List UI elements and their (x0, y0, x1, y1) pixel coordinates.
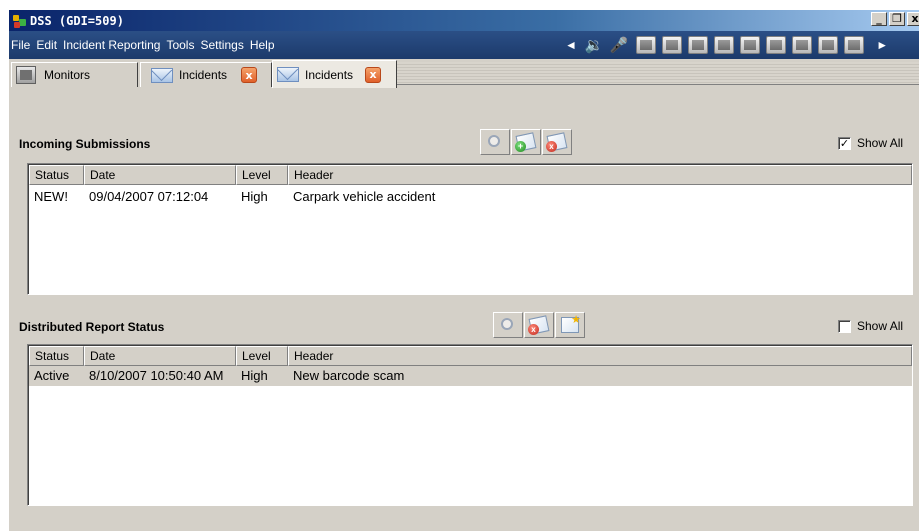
tab-monitors[interactable]: Monitors (11, 62, 138, 87)
tab-label: Monitors (44, 68, 91, 82)
monitor-8-icon[interactable] (818, 36, 839, 54)
monitor-6-icon[interactable] (766, 36, 787, 54)
scroll-left-arrow-icon[interactable]: ◄ (565, 38, 577, 52)
delete-icon: x (528, 324, 539, 335)
maximize-button[interactable]: ❐ (889, 12, 905, 26)
cell-level: High (241, 368, 268, 383)
magnifier-icon (501, 318, 513, 330)
monitor-1-icon[interactable] (636, 36, 657, 54)
tab-label: Incidents (305, 67, 354, 82)
distributed-show-all[interactable]: Show All (838, 319, 903, 333)
distributed-actions: x ★ (493, 312, 585, 338)
show-all-checkbox[interactable]: ✓ (838, 136, 851, 150)
new-report-button[interactable]: ★ (555, 312, 585, 338)
close-tab-icon[interactable]: x (241, 67, 258, 83)
tab-incidents-2[interactable]: Incidents x (272, 60, 397, 88)
table-row[interactable]: Active 8/10/2007 10:50:40 AM High New ba… (29, 366, 912, 386)
close-tab-icon[interactable]: x (365, 66, 382, 83)
tab-strip-background (397, 62, 919, 85)
tab-label: Incidents (179, 68, 228, 82)
reject-submission-button[interactable]: x (542, 129, 572, 155)
monitor-toolbar: ◄ 🔉 🎤 ► (565, 36, 896, 54)
title-bar[interactable]: DSS (GDI=509) _ ❐ x (9, 10, 919, 31)
menu-incident-reporting[interactable]: Incident Reporting (60, 38, 163, 52)
menu-file[interactable]: File (9, 38, 33, 52)
table-row[interactable]: NEW! 09/04/2007 07:12:04 High Carpark ve… (29, 187, 912, 207)
show-all-label: Show All (857, 136, 904, 150)
cell-status: NEW! (34, 189, 68, 204)
view-report-button[interactable] (493, 312, 523, 338)
star-icon: ★ (571, 314, 581, 326)
delete-icon: x (546, 141, 557, 152)
envelope-icon (151, 67, 173, 83)
microphone-icon[interactable]: 🎤 (610, 36, 629, 54)
menu-tools[interactable]: Tools (163, 38, 197, 52)
cell-date: 8/10/2007 10:50:40 AM (89, 368, 224, 383)
magnifier-icon (488, 135, 500, 147)
menu-bar: File Edit Incident Reporting Tools Setti… (9, 31, 919, 59)
app-window: DSS (GDI=509) _ ❐ x File Edit Incident R… (8, 10, 919, 531)
incoming-show-all[interactable]: ✓ Show All (838, 136, 903, 150)
scroll-right-arrow-icon[interactable]: ► (876, 38, 888, 52)
accept-submission-button[interactable]: + (511, 129, 541, 155)
monitor-3-icon[interactable] (688, 36, 709, 54)
cell-date: 09/04/2007 07:12:04 (89, 189, 209, 204)
window-title: DSS (GDI=509) (30, 13, 124, 28)
monitor-icon (16, 66, 36, 84)
column-status[interactable]: Status (29, 165, 84, 185)
envelope-icon (277, 67, 299, 82)
cell-level: High (241, 189, 268, 204)
delete-report-button[interactable]: x (524, 312, 554, 338)
table-header: Status Date Level Header (29, 346, 912, 366)
menu-settings[interactable]: Settings (197, 38, 246, 52)
cell-header: Carpark vehicle accident (293, 189, 436, 204)
monitor-4-icon[interactable] (714, 36, 735, 54)
menu-help[interactable]: Help (247, 38, 278, 52)
cell-status: Active (34, 368, 70, 383)
cell-header: New barcode scam (293, 368, 405, 383)
app-logo-icon (12, 13, 28, 29)
table-header: Status Date Level Header (29, 165, 912, 185)
view-submission-button[interactable] (480, 129, 510, 155)
show-all-checkbox[interactable] (838, 319, 851, 333)
column-status[interactable]: Status (29, 346, 84, 366)
monitor-9-icon[interactable] (844, 36, 865, 54)
distributed-report-status-title: Distributed Report Status (19, 320, 165, 334)
column-level[interactable]: Level (236, 346, 288, 366)
column-header[interactable]: Header (288, 165, 912, 185)
incoming-submissions-table: Status Date Level Header NEW! 09/04/2007… (27, 163, 913, 295)
column-date[interactable]: Date (84, 165, 236, 185)
incoming-actions: + x (480, 129, 572, 155)
monitor-7-icon[interactable] (792, 36, 813, 54)
tab-bar: Monitors Incidents x Incidents x (9, 59, 919, 88)
column-date[interactable]: Date (84, 346, 236, 366)
minimize-button[interactable]: _ (871, 12, 887, 26)
column-level[interactable]: Level (236, 165, 288, 185)
column-header[interactable]: Header (288, 346, 912, 366)
close-window-button[interactable]: x (907, 12, 919, 26)
tab-incidents-1[interactable]: Incidents x (140, 62, 272, 87)
distributed-report-table: Status Date Level Header Active 8/10/200… (27, 344, 913, 506)
show-all-label: Show All (857, 319, 904, 333)
incoming-submissions-title: Incoming Submissions (19, 137, 151, 151)
speaker-icon[interactable]: 🔉 (585, 36, 604, 54)
menu-edit[interactable]: Edit (33, 38, 60, 52)
add-icon: + (515, 141, 526, 152)
monitor-5-icon[interactable] (740, 36, 761, 54)
monitor-2-icon[interactable] (662, 36, 683, 54)
